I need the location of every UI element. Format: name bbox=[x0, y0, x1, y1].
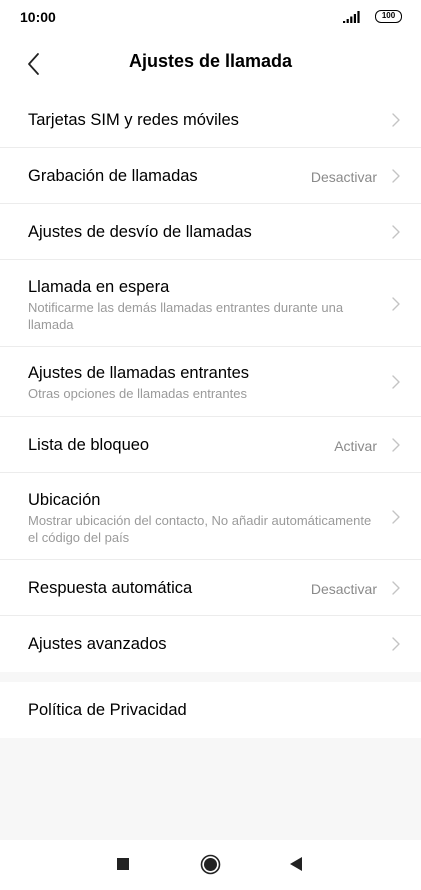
setting-title: Ajustes de desvío de llamadas bbox=[28, 223, 252, 241]
chevron-right-icon bbox=[392, 225, 400, 239]
setting-location[interactable]: Ubicación Mostrar ubicación del contacto… bbox=[0, 473, 421, 560]
setting-call-forwarding[interactable]: Ajustes de desvío de llamadas bbox=[0, 204, 421, 260]
navigation-bar bbox=[0, 840, 421, 890]
chevron-right-icon bbox=[392, 375, 400, 389]
setting-title: Respuesta automática bbox=[28, 579, 193, 597]
status-bar: 10:00 100 bbox=[0, 0, 421, 36]
chevron-right-icon bbox=[392, 581, 400, 595]
setting-value: Desactivar bbox=[310, 169, 377, 185]
signal-icon bbox=[343, 11, 360, 23]
circle-icon[interactable] bbox=[200, 854, 221, 875]
setting-call-recording[interactable]: Grabación de llamadas Desactivar bbox=[0, 148, 421, 204]
setting-incoming-calls[interactable]: Ajustes de llamadas entrantes Otras opci… bbox=[0, 347, 421, 417]
chevron-right-icon bbox=[392, 510, 400, 524]
setting-block-list[interactable]: Lista de bloqueo Activar bbox=[0, 417, 421, 473]
setting-title: Ubicación bbox=[28, 491, 101, 509]
setting-subtitle: Mostrar ubicación del contacto, No añadi… bbox=[28, 513, 372, 545]
header: Ajustes de llamada bbox=[0, 36, 421, 92]
chevron-right-icon bbox=[392, 297, 400, 311]
setting-title: Llamada en espera bbox=[28, 278, 170, 296]
settings-list: Tarjetas SIM y redes móviles Grabación d… bbox=[0, 92, 421, 672]
chevron-right-icon bbox=[392, 169, 400, 183]
setting-title: Ajustes avanzados bbox=[28, 635, 167, 653]
setting-value: Desactivar bbox=[310, 581, 377, 597]
battery-icon: 100 bbox=[375, 10, 402, 23]
setting-title: Ajustes de llamadas entrantes bbox=[28, 364, 250, 382]
setting-sim-networks[interactable]: Tarjetas SIM y redes móviles bbox=[0, 92, 421, 148]
setting-title: Tarjetas SIM y redes móviles bbox=[28, 111, 239, 129]
status-time: 10:00 bbox=[20, 9, 56, 25]
chevron-right-icon bbox=[392, 637, 400, 651]
setting-advanced[interactable]: Ajustes avanzados bbox=[0, 616, 421, 672]
setting-subtitle: Notificarme las demás llamadas entrantes… bbox=[28, 300, 344, 332]
setting-title: Grabación de llamadas bbox=[28, 167, 198, 185]
privacy-policy-label: Política de Privacidad bbox=[28, 701, 187, 719]
setting-subtitle: Otras opciones de llamadas entrantes bbox=[28, 386, 247, 401]
setting-auto-answer[interactable]: Respuesta automática Desactivar bbox=[0, 560, 421, 616]
privacy-policy-item[interactable]: Política de Privacidad bbox=[0, 682, 421, 738]
page-title: Ajustes de llamada bbox=[128, 51, 293, 71]
square-icon[interactable] bbox=[116, 857, 130, 871]
chevron-right-icon bbox=[392, 438, 400, 452]
setting-call-waiting[interactable]: Llamada en espera Notificarme las demás … bbox=[0, 260, 421, 347]
setting-value: Activar bbox=[334, 438, 377, 454]
setting-title: Lista de bloqueo bbox=[28, 436, 150, 454]
chevron-right-icon bbox=[392, 113, 400, 127]
triangle-icon[interactable] bbox=[289, 856, 303, 872]
